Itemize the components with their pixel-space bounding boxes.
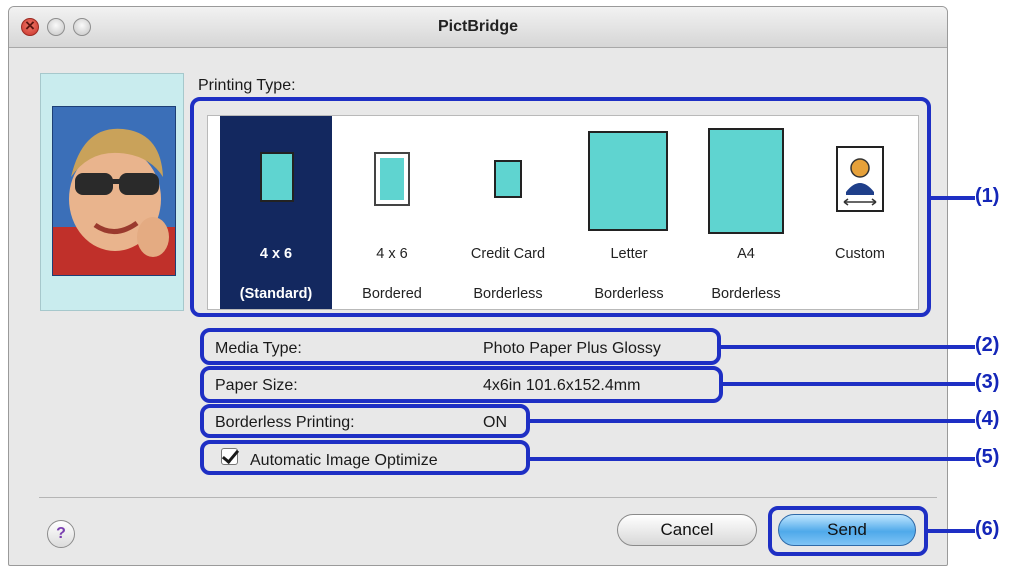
callout-line-1 <box>931 196 975 200</box>
callout-line-6 <box>928 529 975 533</box>
callout-frame-5 <box>200 440 530 475</box>
cancel-button[interactable]: Cancel <box>617 514 757 546</box>
title-bar[interactable]: PictBridge <box>9 7 947 48</box>
callout-label-3: (3) <box>975 371 1000 393</box>
callout-line-3 <box>723 382 975 386</box>
callout-frame-1 <box>190 97 931 317</box>
window-title: PictBridge <box>437 18 518 35</box>
preview-photo <box>52 106 176 276</box>
callout-frame-4 <box>200 404 530 438</box>
callout-frame-2 <box>200 328 721 365</box>
callout-label-2: (2) <box>975 334 1000 356</box>
callout-line-4 <box>530 419 975 423</box>
callout-label-4: (4) <box>975 408 1000 430</box>
callout-label-6: (6) <box>975 518 1000 540</box>
callout-label-5: (5) <box>975 446 1000 468</box>
callout-frame-6 <box>768 506 928 556</box>
help-button[interactable]: ? <box>47 520 75 548</box>
child-photo-image <box>53 107 175 275</box>
callout-line-5 <box>530 457 975 461</box>
callout-line-2 <box>721 345 975 349</box>
callout-frame-3 <box>200 366 723 403</box>
photo-preview <box>40 73 184 311</box>
callout-label-1: (1) <box>975 185 1000 207</box>
bottom-divider <box>39 497 937 498</box>
printing-type-label: Printing Type: <box>198 77 296 94</box>
